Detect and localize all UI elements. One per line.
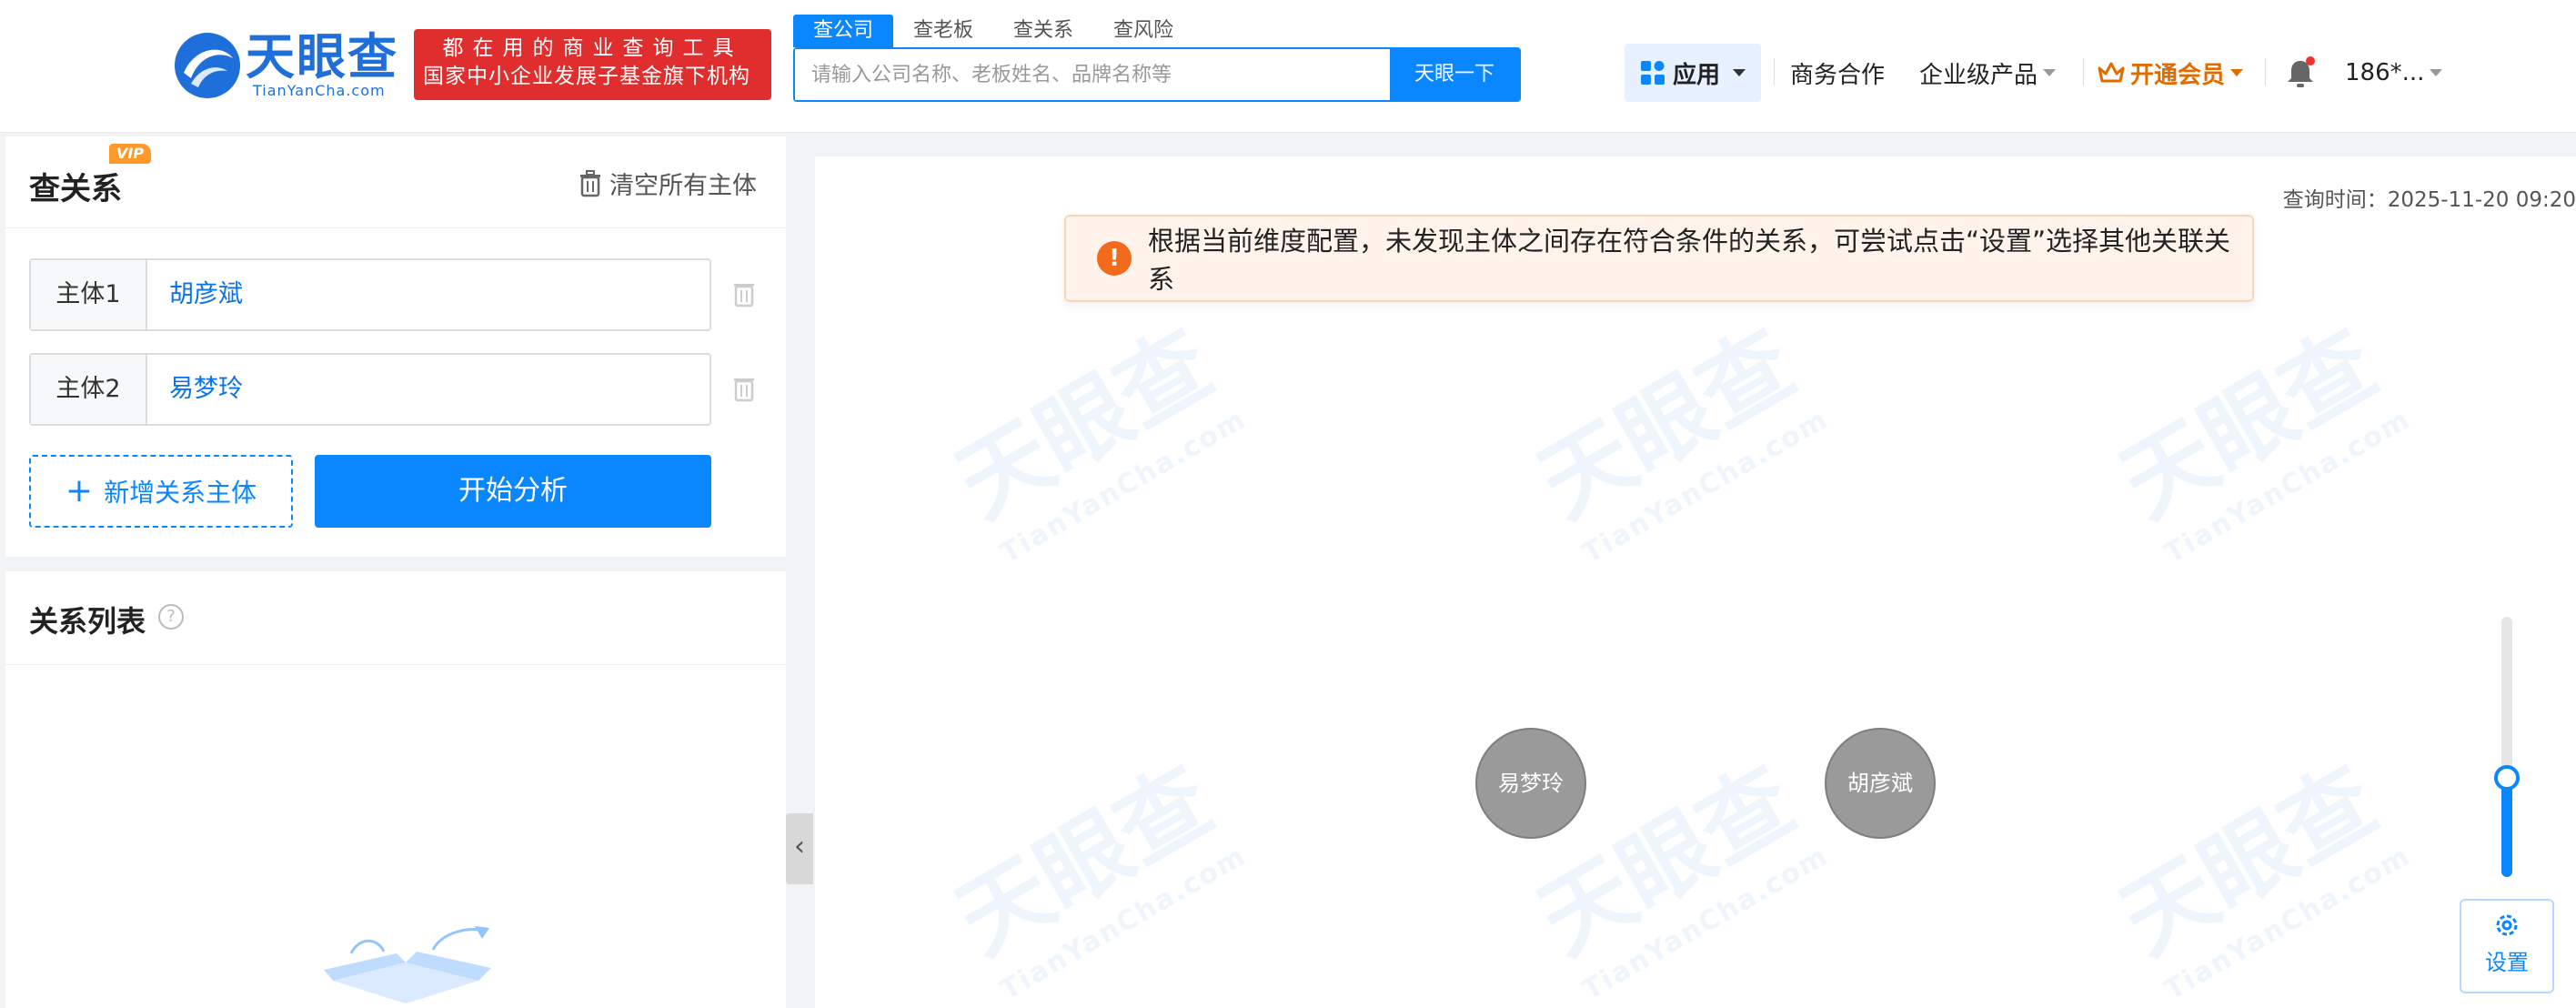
watermark: 天眼查 TianYanCha.com (929, 726, 1253, 1007)
top-header: 天眼查 TianYanCha.com 都在用的商业查询工具 国家中小企业发展子基… (0, 0, 2576, 133)
nav-divider (2265, 58, 2266, 86)
clear-all-label: 清空所有主体 (609, 172, 757, 200)
query-time: 查询时间：2025-11-20 09:20 (2282, 188, 2576, 212)
gear-icon (2496, 914, 2518, 936)
trash-icon[interactable] (733, 280, 755, 307)
slogan-line2: 国家中小企业发展子基金旗下机构 (423, 65, 750, 88)
apps-menu[interactable]: 应用 (1625, 44, 1761, 102)
nav-enterprise[interactable]: 企业级产品 (1919, 44, 2057, 102)
alert-text: 根据当前维度配置，未发现主体之间存在符合条件的关系，可尝试点击“设置”选择其他关… (1148, 226, 2231, 295)
nav-divider (1774, 58, 1775, 86)
watermark-sub: TianYanCha.com (2158, 840, 2417, 1007)
nav-vip[interactable]: 开通会员 (2098, 44, 2244, 102)
entity-label: 主体1 (31, 260, 147, 329)
nav-divider (2083, 58, 2084, 86)
vip-badge: VIP (109, 144, 151, 164)
bell-icon (2288, 56, 2315, 87)
search-button[interactable]: 天眼一下 (1390, 49, 1519, 100)
clear-all-button[interactable]: 清空所有主体 (579, 166, 757, 201)
empty-box-illustration (324, 926, 491, 1003)
chevron-down-icon (2230, 69, 2244, 76)
help-icon[interactable]: ? (158, 604, 184, 630)
nav-business[interactable]: 商务合作 (1790, 44, 1885, 102)
user-menu[interactable]: 186*... (2345, 44, 2443, 102)
search-box: 天眼一下 (793, 47, 1521, 102)
watermark-text: 天眼查 (2103, 309, 2394, 539)
logo-text: 天眼查 (246, 28, 398, 86)
nav-business-label: 商务合作 (1790, 61, 1886, 89)
zoom-slider-handle[interactable] (2494, 765, 2520, 791)
tab-relation[interactable]: 查关系 (993, 15, 1093, 47)
zoom-slider-fill (2501, 778, 2512, 877)
graph-node[interactable]: 易梦玲 (1475, 728, 1586, 839)
user-phone: 186*... (2345, 59, 2425, 86)
collapse-panel-handle[interactable]: ‹ (786, 813, 813, 884)
watermark: 天眼查 TianYanCha.com (929, 289, 1252, 570)
tab-risk[interactable]: 查风险 (1093, 15, 1193, 47)
watermark-text: 天眼查 (939, 309, 1230, 539)
page-title: 查关系 (29, 171, 122, 207)
watermark-sub: TianYanCha.com (1576, 840, 1835, 1007)
divider (5, 664, 786, 665)
watermark-text: 天眼查 (2103, 746, 2394, 975)
add-entity-button[interactable]: + 新增关系主体 (29, 455, 293, 528)
relation-query-panel: 查关系 VIP 清空所有主体 主体1 胡彦斌 主体2 易梦玲 + 新增关系主体 … (5, 136, 786, 557)
nav-vip-label: 开通会员 (2130, 61, 2226, 89)
start-analysis-button[interactable]: 开始分析 (315, 455, 711, 528)
no-relation-alert: ! 根据当前维度配置，未发现主体之间存在符合条件的关系，可尝试点击“设置”选择其… (1064, 215, 2254, 302)
chevron-down-icon (2430, 69, 2443, 76)
entity-input[interactable]: 胡彦斌 (147, 260, 709, 329)
crown-icon (2098, 62, 2125, 83)
plus-icon: + (65, 472, 94, 509)
add-entity-label: 新增关系主体 (104, 478, 257, 508)
logo-eye-icon (175, 33, 240, 98)
watermark: 天眼查 TianYanCha.com (2093, 726, 2417, 1007)
entity-label: 主体2 (31, 355, 147, 424)
relation-list-panel: 关系列表 ? (5, 571, 786, 1008)
watermark-sub: TianYanCha.com (994, 840, 1253, 1007)
tianyancha-logo[interactable]: 天眼查 TianYanCha.com (173, 27, 402, 102)
watermark-sub: TianYanCha.com (1576, 403, 1835, 570)
chevron-down-icon (1733, 69, 1746, 76)
zoom-slider[interactable] (2494, 617, 2520, 877)
slogan-line1: 都在用的商业查询工具 (442, 36, 743, 60)
tab-boss[interactable]: 查老板 (893, 15, 993, 47)
notification-bell[interactable] (2285, 44, 2316, 102)
settings-button[interactable]: 设置 (2460, 899, 2554, 993)
watermark-text: 天眼查 (939, 746, 1230, 975)
entity-row-2[interactable]: 主体2 易梦玲 (29, 353, 711, 426)
relation-list-title: 关系列表 (29, 604, 146, 639)
warning-icon: ! (1097, 241, 1132, 276)
entity-row-1[interactable]: 主体1 胡彦斌 (29, 258, 711, 331)
nav-enterprise-label: 企业级产品 (1919, 61, 2038, 89)
entity-input[interactable]: 易梦玲 (147, 355, 709, 424)
watermark-text: 天眼查 (1521, 309, 1812, 539)
watermark: 天眼查 TianYanCha.com (2093, 289, 2416, 570)
logo-subtext: TianYanCha.com (253, 82, 386, 99)
search-input[interactable] (795, 49, 1390, 100)
watermark-sub: TianYanCha.com (2158, 403, 2417, 570)
chevron-left-icon: ‹ (794, 831, 805, 862)
chevron-down-icon (2043, 69, 2057, 76)
settings-label: 设置 (2485, 950, 2529, 975)
tab-company[interactable]: 查公司 (793, 15, 894, 47)
divider (5, 227, 786, 228)
watermark: 天眼查 TianYanCha.com (1511, 289, 1834, 570)
trash-icon[interactable] (733, 375, 755, 402)
trash-icon (580, 169, 600, 197)
search-tabs: 查公司 查老板 查关系 查风险 (793, 15, 1193, 47)
slogan-banner: 都在用的商业查询工具 国家中小企业发展子基金旗下机构 (414, 29, 771, 100)
watermark-sub: TianYanCha.com (994, 403, 1253, 570)
graph-node[interactable]: 胡彦斌 (1825, 728, 1936, 839)
relation-graph-canvas[interactable]: 天眼查 TianYanCha.com 天眼查 TianYanCha.com 天眼查 T… (815, 156, 2576, 1008)
apps-label: 应用 (1672, 61, 1720, 89)
apps-grid-icon (1640, 61, 1665, 85)
